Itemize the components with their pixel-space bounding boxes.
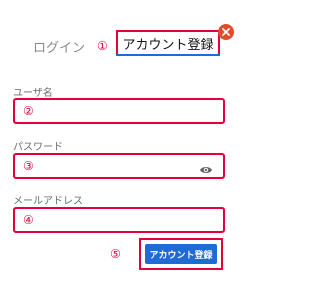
- close-icon[interactable]: [218, 24, 234, 40]
- annotation-marker-2: ②: [23, 104, 34, 118]
- annotation-marker-5: ⑤: [110, 247, 121, 261]
- tab-login[interactable]: ログイン: [33, 37, 85, 56]
- tab-register[interactable]: アカウント登録: [116, 30, 220, 56]
- register-button-highlight: アカウント登録: [139, 238, 223, 270]
- register-button-label: アカウント登録: [149, 250, 213, 261]
- username-field[interactable]: ②: [13, 98, 225, 124]
- active-tab-indicator: [116, 54, 220, 56]
- annotation-marker-4: ④: [23, 213, 34, 227]
- password-label: パスワード: [13, 142, 63, 153]
- annotation-marker-1: ①: [97, 39, 108, 53]
- email-field[interactable]: ④: [13, 207, 225, 233]
- password-field[interactable]: ③: [13, 153, 225, 179]
- eye-icon[interactable]: [199, 161, 213, 173]
- register-button[interactable]: アカウント登録: [145, 244, 217, 264]
- annotation-marker-3: ③: [23, 159, 34, 173]
- email-label: メールアドレス: [13, 196, 83, 207]
- username-label: ユーザ名: [13, 88, 53, 99]
- tab-register-label: アカウント登録: [122, 37, 214, 53]
